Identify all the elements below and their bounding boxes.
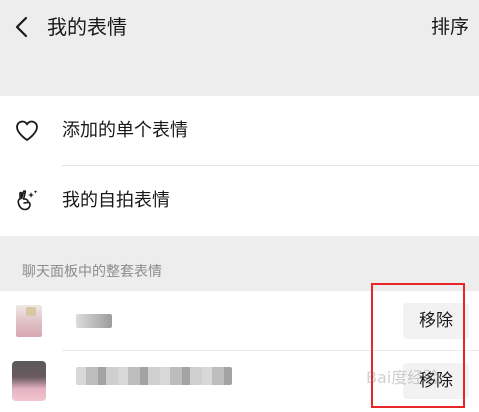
sticker-pack-thumbnail — [16, 305, 42, 337]
back-button[interactable] — [6, 11, 36, 43]
section-header: 聊天面板中的整套表情 — [22, 264, 162, 280]
menu-item-selfie-stickers[interactable]: 我的自拍表情 — [0, 166, 479, 236]
sticker-pack-name-blurred — [76, 314, 112, 328]
sort-button[interactable]: 排序 — [431, 13, 469, 41]
annotation-highlight-box — [371, 283, 465, 408]
sticker-pack-name-blurred — [76, 367, 232, 385]
chevron-left-icon — [15, 16, 28, 38]
menu-card: 添加的单个表情 我的自拍表情 — [0, 96, 479, 236]
selfie-hand-icon — [17, 190, 38, 211]
page-title: 我的表情 — [47, 15, 127, 39]
menu-item-label: 添加的单个表情 — [62, 120, 188, 141]
menu-item-single-stickers[interactable]: 添加的单个表情 — [0, 96, 479, 166]
heart-icon — [16, 120, 38, 141]
menu-item-label: 我的自拍表情 — [62, 190, 170, 211]
top-bar: 我的表情 排序 — [0, 0, 479, 55]
sticker-pack-thumbnail — [12, 361, 46, 401]
